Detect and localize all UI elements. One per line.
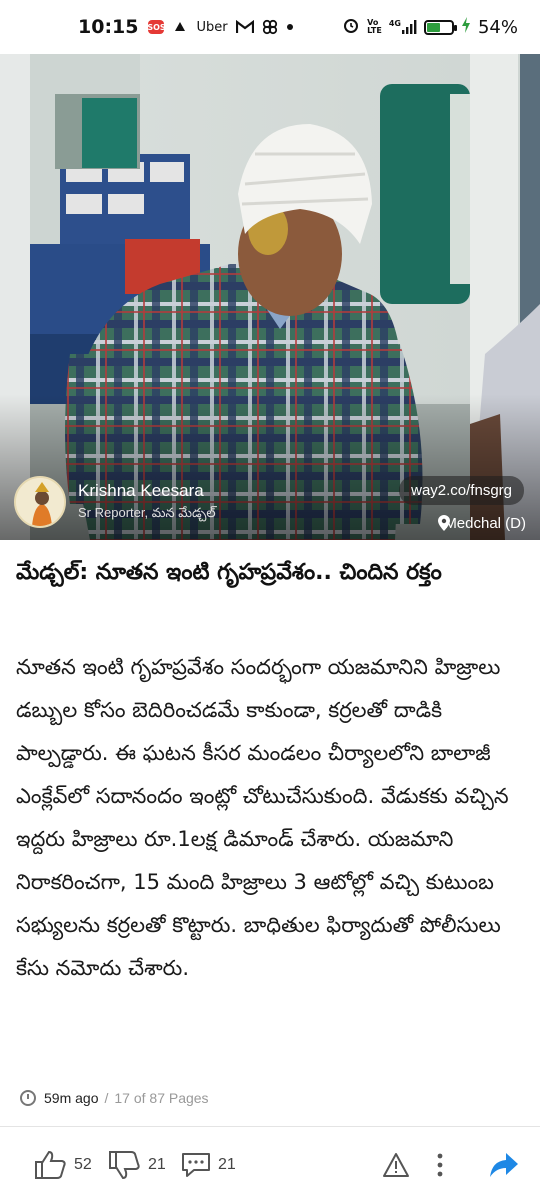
action-bar: 52 21 21 bbox=[0, 1140, 540, 1190]
battery-icon bbox=[423, 19, 457, 35]
more-vertical-icon bbox=[437, 1153, 443, 1177]
divider bbox=[0, 1126, 540, 1127]
comment-button[interactable]: 21 bbox=[180, 1151, 236, 1179]
status-time: 10:15 bbox=[78, 16, 139, 38]
short-link[interactable]: way2.co/fnsgrg bbox=[399, 476, 524, 505]
sos-icon: SOS bbox=[147, 20, 166, 34]
warning-icon bbox=[383, 1153, 409, 1177]
pinwheel-icon bbox=[262, 19, 278, 35]
dot-icon bbox=[286, 23, 294, 31]
dislike-button[interactable]: 21 bbox=[108, 1150, 166, 1180]
article-image[interactable]: Krishna Keesara Sr Reporter, మన మేడ్చల్ … bbox=[0, 54, 540, 540]
comment-count: 21 bbox=[218, 1156, 236, 1173]
article-headline: మేడ్చల్: నూతన ఇంటి గృహప్రవేశం.. చిందిన ర… bbox=[16, 560, 442, 585]
alarm-icon bbox=[342, 16, 360, 38]
dislike-count: 21 bbox=[148, 1156, 166, 1173]
thumbs-down-icon bbox=[109, 1151, 140, 1180]
like-count: 52 bbox=[74, 1156, 92, 1173]
time-ago: 59m ago bbox=[44, 1090, 99, 1106]
gmail-icon bbox=[235, 20, 254, 34]
battery-percent: 54% bbox=[477, 16, 518, 38]
location-text: Medchal (D) bbox=[444, 515, 526, 532]
page-count: 17 of 87 Pages bbox=[114, 1090, 209, 1106]
reporter-role: Sr Reporter, మన మేడ్చల్ bbox=[78, 504, 216, 520]
reporter-name: Krishna Keesara bbox=[78, 480, 204, 500]
volte-icon: Vo LTE bbox=[367, 18, 382, 35]
reporter-avatar[interactable] bbox=[14, 476, 66, 528]
charging-icon bbox=[461, 17, 471, 37]
network-type: 4G bbox=[388, 19, 401, 28]
share-button[interactable] bbox=[488, 1151, 526, 1179]
uber-label: Uber bbox=[196, 19, 228, 35]
reporter-info[interactable]: Krishna Keesara Sr Reporter, మన మేడ్చల్ bbox=[14, 476, 216, 528]
article-photo bbox=[0, 54, 540, 540]
location: Medchal (D) bbox=[438, 515, 526, 532]
share-icon bbox=[490, 1153, 518, 1177]
comment-icon bbox=[182, 1153, 210, 1177]
article-body: నూతన ఇంటి గృహప్రవేశం సందర్భంగా యజమానిని … bbox=[16, 655, 509, 980]
report-button[interactable] bbox=[382, 1152, 416, 1178]
status-bar: 10:15 SOS Uber Vo LTE 4G 54% bbox=[0, 0, 540, 54]
article-meta: 59m ago / 17 of 87 Pages bbox=[20, 1090, 209, 1106]
clock-icon bbox=[20, 1090, 36, 1106]
like-button[interactable]: 52 bbox=[34, 1150, 92, 1180]
signal-icon: 4G bbox=[389, 19, 417, 35]
thumbs-up-icon bbox=[35, 1150, 66, 1179]
more-options-button[interactable] bbox=[436, 1152, 450, 1178]
meta-separator: / bbox=[104, 1090, 109, 1106]
notification-icon bbox=[172, 19, 188, 35]
